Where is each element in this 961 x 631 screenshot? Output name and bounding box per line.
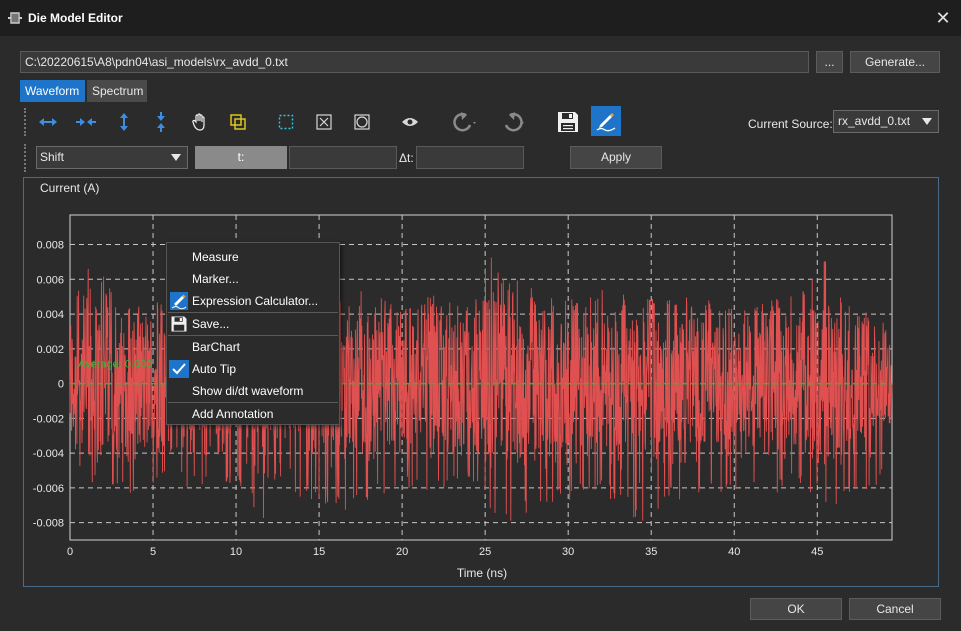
current-source-value: rx_avdd_0.txt (838, 114, 911, 128)
x-axis-label: Time (ns) (457, 566, 507, 580)
ok-button[interactable]: OK (750, 598, 842, 620)
t-label: t: (195, 146, 287, 169)
zoom-y-out-icon[interactable] (149, 110, 173, 134)
current-source-label: Current Source: (748, 117, 833, 131)
edit-pen-icon[interactable] (591, 106, 621, 136)
menu-item-label: Save... (192, 317, 230, 331)
menu-item-save[interactable]: Save... (167, 313, 339, 335)
y-tick-label: -0.002 (33, 413, 64, 425)
apply-button[interactable]: Apply (570, 146, 662, 169)
x-tick-label: 0 (67, 546, 73, 558)
redo-icon[interactable] (498, 110, 528, 134)
zoom-y-in-icon[interactable] (112, 110, 136, 134)
tab-spectrum[interactable]: Spectrum (87, 80, 147, 102)
x-tick-label: 35 (645, 546, 657, 558)
t-input[interactable] (289, 146, 397, 169)
select-region-icon[interactable] (274, 110, 298, 134)
toolbar-grip (24, 108, 26, 136)
file-path-field[interactable]: C:\20220615\A8\pdn04\asi_models\rx_avdd_… (20, 51, 809, 73)
menu-item-label: Add Annotation (192, 407, 274, 421)
x-tick-label: 30 (562, 546, 574, 558)
menu-item-label: Measure (192, 250, 239, 264)
menu-item-measure[interactable]: Measure (167, 246, 339, 268)
pan-hand-icon[interactable] (188, 110, 212, 134)
menu-item-add-annotation[interactable]: Add Annotation (167, 403, 339, 425)
context-menu: Measure Marker... Expression Calculator.… (166, 242, 340, 425)
menu-item-label: Marker... (192, 272, 239, 286)
menu-item-barchart[interactable]: BarChart (167, 336, 339, 358)
y-axis-label: Current (A) (40, 181, 99, 195)
menu-item-marker[interactable]: Marker... (167, 268, 339, 290)
title-bar: Die Model Editor ✕ (0, 0, 961, 36)
window-title: Die Model Editor (28, 11, 123, 25)
menu-item-label: Show di/dt waveform (192, 384, 304, 398)
y-tick-label: 0 (58, 379, 64, 391)
menu-item-show-didt[interactable]: Show di/dt waveform (167, 380, 339, 402)
undo-icon[interactable] (450, 110, 480, 134)
x-tick-label: 45 (811, 546, 823, 558)
menu-item-auto-tip[interactable]: Auto Tip (167, 358, 339, 380)
y-tick-label: 0.002 (36, 344, 64, 356)
generate-button[interactable]: Generate... (850, 51, 940, 73)
menu-item-expression-calculator[interactable]: Expression Calculator... (167, 290, 339, 312)
x-tick-label: 10 (230, 546, 242, 558)
chevron-down-icon (922, 118, 932, 125)
current-source-select[interactable]: rx_avdd_0.txt (833, 110, 939, 133)
zoom-box-icon[interactable] (226, 110, 250, 134)
y-tick-label: -0.006 (33, 483, 64, 495)
visibility-eye-icon[interactable] (398, 110, 422, 134)
y-tick-label: -0.008 (33, 518, 64, 530)
save-icon (169, 315, 189, 333)
resistor-icon (8, 12, 22, 24)
x-tick-label: 25 (479, 546, 491, 558)
browse-button[interactable]: ... (816, 51, 843, 73)
waveform-chart-panel[interactable]: Average: 0.000 0 5 10 15 20 25 30 35 40 45 0.008 0.… (23, 177, 939, 587)
close-icon[interactable]: ✕ (931, 6, 955, 30)
y-tick-label: 0.008 (36, 240, 64, 252)
y-tick-label: 0.006 (36, 274, 64, 286)
save-icon[interactable] (554, 108, 582, 136)
calculator-pen-icon (169, 292, 189, 310)
fit-circle-icon[interactable] (350, 110, 374, 134)
checkmark-icon (169, 360, 189, 378)
x-tick-label: 15 (313, 546, 325, 558)
dt-input[interactable] (416, 146, 524, 169)
fit-all-icon[interactable] (312, 110, 336, 134)
x-tick-label: 5 (150, 546, 156, 558)
y-tick-label: -0.004 (33, 448, 64, 460)
average-label: Average: 0.000 (78, 359, 152, 371)
cancel-button[interactable]: Cancel (849, 598, 941, 620)
shift-mode-select[interactable]: Shift (36, 146, 188, 169)
zoom-x-out-icon[interactable] (74, 110, 98, 134)
chevron-down-icon (171, 154, 181, 161)
zoom-x-in-icon[interactable] (36, 110, 60, 134)
tab-waveform[interactable]: Waveform (20, 80, 85, 102)
x-tick-label: 20 (396, 546, 408, 558)
shift-mode-value: Shift (40, 150, 65, 164)
toolbar-grip (24, 144, 26, 172)
x-tick-label: 40 (728, 546, 740, 558)
menu-item-label: Expression Calculator... (192, 294, 319, 308)
waveform-chart[interactable]: Average: 0.000 0 5 10 15 20 25 30 35 40 45 0.008 0.… (24, 178, 938, 586)
menu-item-label: Auto Tip (192, 362, 237, 376)
dt-label: Δt: (399, 151, 414, 165)
menu-item-label: BarChart (192, 340, 241, 354)
y-tick-label: 0.004 (36, 309, 64, 321)
